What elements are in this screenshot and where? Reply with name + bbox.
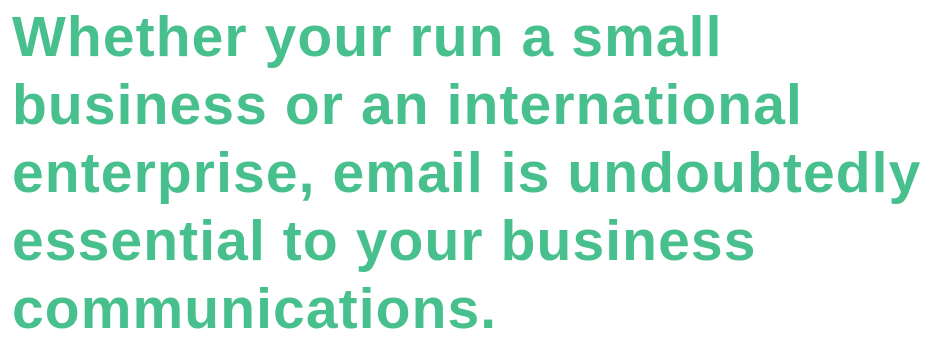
quote-line: communications. [12, 277, 498, 341]
quote-line: essential to your business [12, 209, 757, 273]
quote-line: Whether your run a small [12, 5, 723, 69]
pull-quote: Whether your run a small business or an … [12, 3, 932, 343]
quote-line: business or an international [12, 73, 803, 137]
quote-line: enterprise, email is undoubtedly [12, 141, 922, 205]
